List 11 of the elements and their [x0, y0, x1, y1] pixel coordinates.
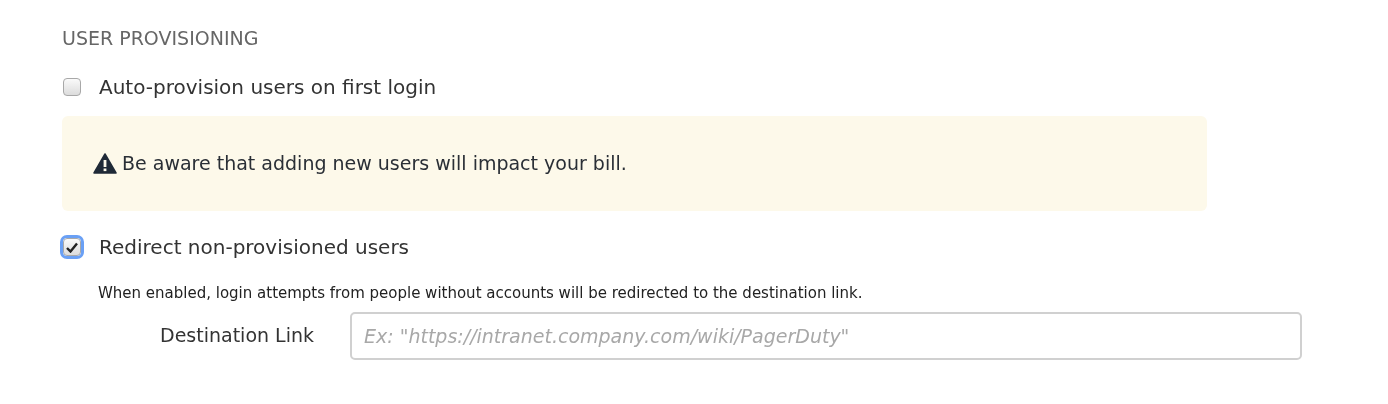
checkmark-icon	[66, 241, 78, 253]
checkbox-label: Auto-provision users on first login	[99, 74, 437, 101]
field-label: Destination Link	[159, 323, 315, 349]
warning-icon	[93, 153, 117, 174]
warning-text: Be aware that adding new users will impact your bill.	[122, 151, 627, 177]
checkbox-label: Redirect non-provisioned users	[99, 234, 410, 261]
section-title: USER PROVISIONING	[62, 26, 260, 51]
checkbox[interactable]	[63, 238, 81, 256]
checkbox[interactable]	[63, 78, 81, 96]
help-text: When enabled, login attempts from people without accounts will be redirected to the destination link.	[98, 283, 864, 304]
destination-link-field[interactable]: Ex: "https://intranet.company.com/wiki/PagerDuty"	[350, 311, 1302, 360]
